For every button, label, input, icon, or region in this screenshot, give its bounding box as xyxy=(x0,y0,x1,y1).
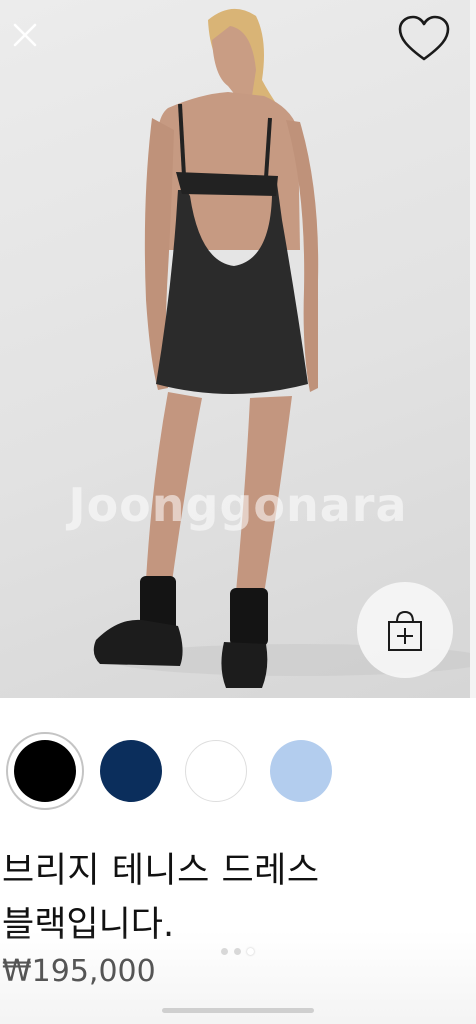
product-description: 블랙입니다. xyxy=(2,905,175,945)
watermark-text: Joonggonara xyxy=(68,478,408,532)
close-icon xyxy=(13,23,37,47)
close-button[interactable] xyxy=(8,18,42,52)
shopping-bag-plus-icon xyxy=(388,610,422,651)
favorite-button[interactable] xyxy=(396,14,452,66)
carousel-dot[interactable] xyxy=(234,948,241,955)
home-indicator xyxy=(162,1008,314,1013)
add-to-bag-button[interactable] xyxy=(357,582,453,678)
color-swatch-white[interactable] xyxy=(185,740,247,802)
color-swatch-light-blue[interactable] xyxy=(270,740,332,802)
photo-edge xyxy=(470,0,476,698)
color-swatches xyxy=(0,730,476,810)
product-title: 브리지 테니스 드레스 xyxy=(2,851,320,891)
color-swatch-black[interactable] xyxy=(14,740,76,802)
product-price: ₩195,000 xyxy=(2,954,156,989)
carousel-dot[interactable] xyxy=(247,948,254,955)
carousel-dot[interactable] xyxy=(221,948,228,955)
heart-icon xyxy=(398,15,450,61)
carousel-dots xyxy=(218,940,257,955)
color-swatch-navy[interactable] xyxy=(100,740,162,802)
